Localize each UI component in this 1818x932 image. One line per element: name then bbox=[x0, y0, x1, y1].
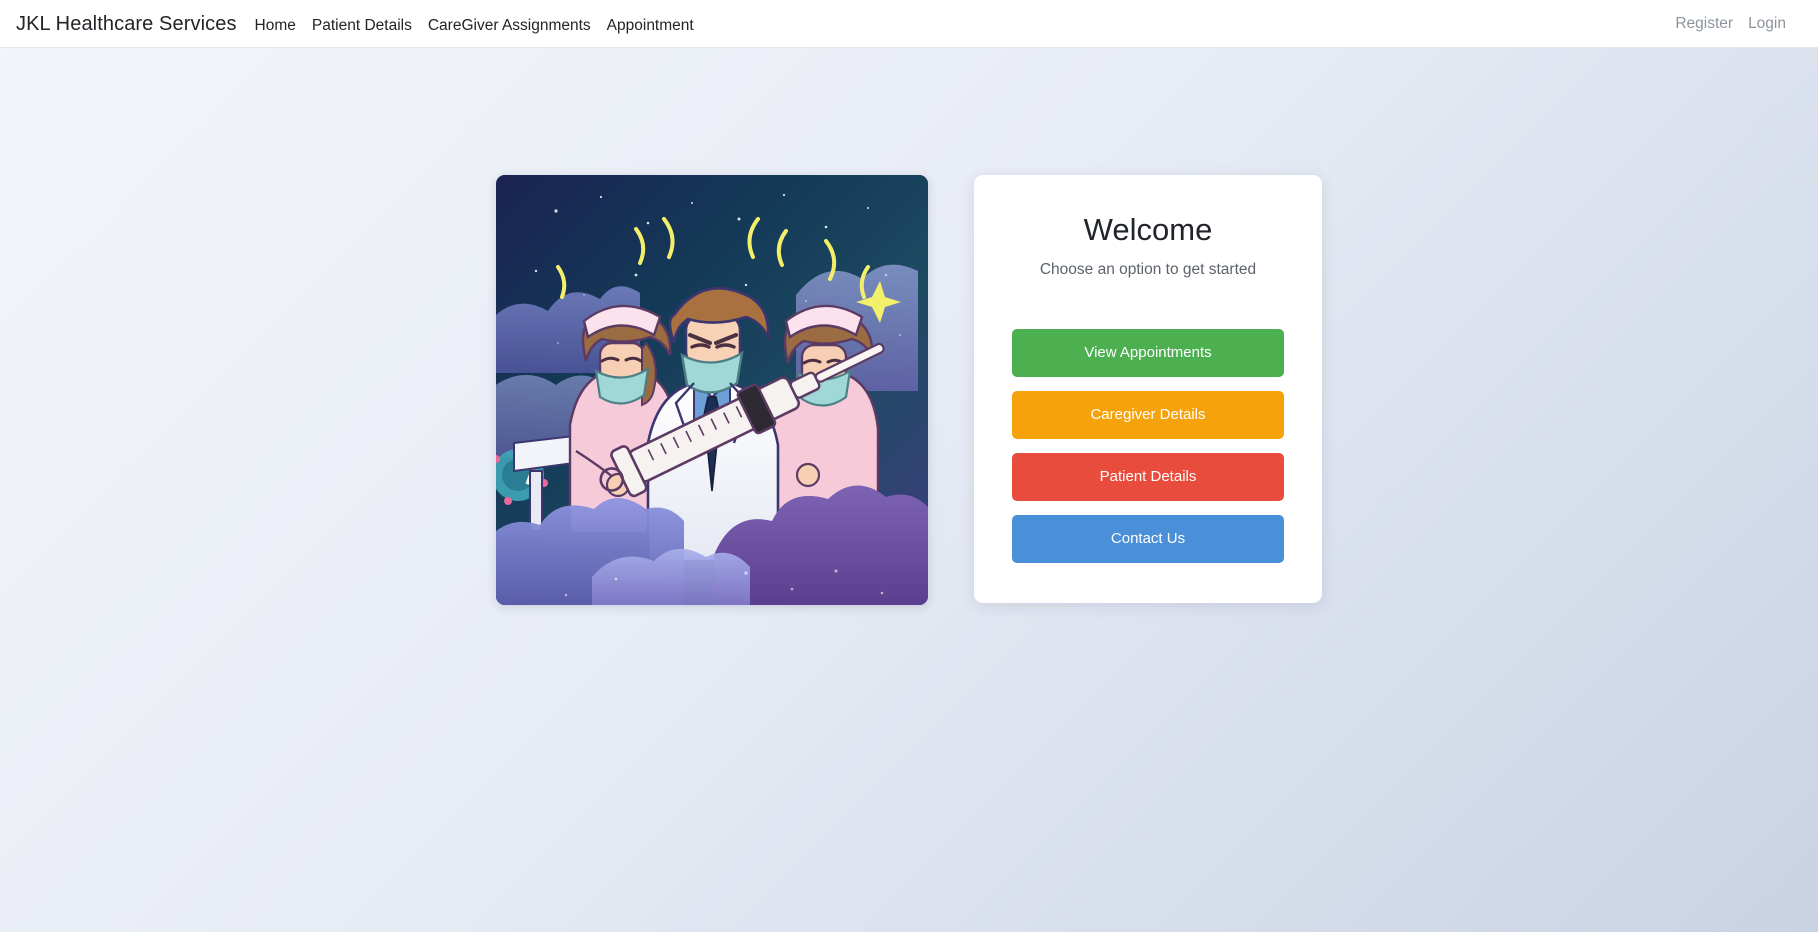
top-navbar: JKL Healthcare Services Home Patient Det… bbox=[0, 0, 1818, 48]
primary-nav: Home Patient Details CareGiver Assignmen… bbox=[255, 17, 694, 34]
welcome-card: Welcome Choose an option to get started … bbox=[974, 175, 1322, 603]
medical-team-illustration bbox=[496, 175, 928, 605]
caregiver-details-button[interactable]: Caregiver Details bbox=[1012, 390, 1284, 439]
nav-link-home[interactable]: Home bbox=[255, 17, 296, 34]
action-button-stack: View Appointments Caregiver Details Pati… bbox=[1012, 328, 1284, 563]
login-link[interactable]: Login bbox=[1748, 16, 1786, 32]
contact-us-button[interactable]: Contact Us bbox=[1012, 514, 1284, 563]
hero-illustration bbox=[496, 175, 928, 605]
view-appointments-button[interactable]: View Appointments bbox=[1012, 328, 1284, 377]
page-title: Welcome bbox=[1083, 212, 1213, 247]
main-content: Welcome Choose an option to get started … bbox=[0, 48, 1818, 932]
patient-details-button[interactable]: Patient Details bbox=[1012, 452, 1284, 501]
card-subtitle: Choose an option to get started bbox=[1039, 261, 1257, 279]
brand-logo[interactable]: JKL Healthcare Services bbox=[16, 14, 237, 34]
register-link[interactable]: Register bbox=[1675, 16, 1733, 32]
navbar-auth-group: Register Login bbox=[1675, 16, 1802, 32]
nav-link-patient-details[interactable]: Patient Details bbox=[312, 17, 412, 34]
nav-link-caregiver-assignments[interactable]: CareGiver Assignments bbox=[428, 17, 591, 34]
navbar-left-group: JKL Healthcare Services Home Patient Det… bbox=[16, 14, 694, 34]
nav-link-appointment[interactable]: Appointment bbox=[607, 17, 694, 34]
